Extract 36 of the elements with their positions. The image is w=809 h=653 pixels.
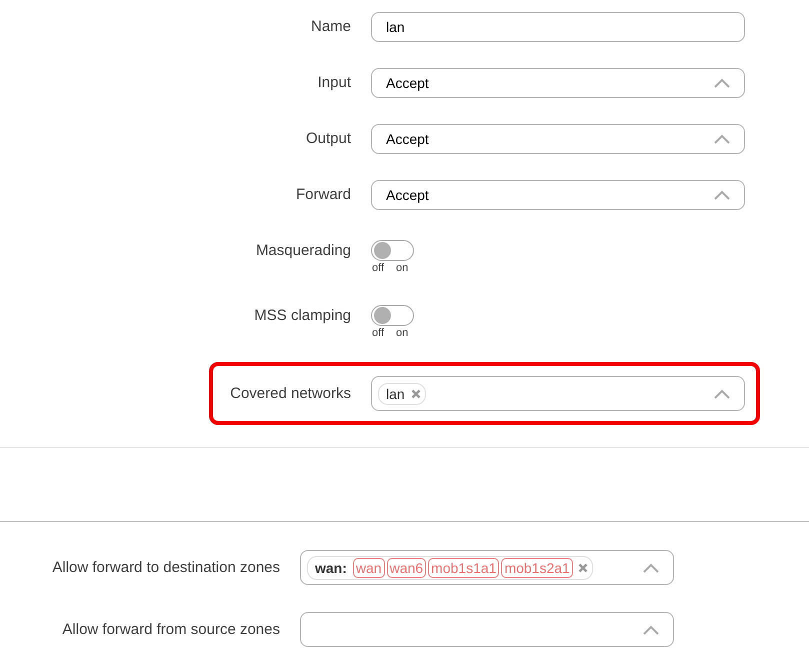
select-field[interactable]: Accept	[371, 124, 745, 154]
toggle-option-label: on	[396, 261, 408, 275]
zone-select-field[interactable]: wan: wan wan6 mob1s1a1 mob1s2a1	[300, 550, 674, 585]
network-tag: wan	[352, 558, 385, 578]
field-label: Covered networks	[229, 384, 351, 404]
network-tag: wan6	[386, 558, 426, 578]
remove-icon[interactable]	[410, 388, 421, 398]
toggle-option-label: off	[372, 261, 384, 275]
field-label: Allow forward from source zones	[61, 621, 280, 638]
toggle-switch[interactable]	[371, 240, 414, 261]
field-label: Forward	[294, 185, 351, 205]
select-field[interactable]: Accept	[371, 180, 745, 210]
field-label: Allow forward to destination zones	[51, 559, 280, 576]
field-label: Input	[316, 73, 351, 93]
text-field[interactable]: lan	[371, 12, 745, 42]
toggle-option-label: on	[396, 326, 408, 340]
field-label: Output	[304, 129, 351, 149]
toggle-switch[interactable]	[371, 305, 414, 326]
chevron-icon	[714, 78, 730, 88]
field-label: Masquerading	[254, 241, 351, 261]
remove-icon[interactable]	[578, 562, 588, 572]
chevron-icon	[643, 624, 659, 634]
field-label: MSS clamping	[253, 306, 351, 326]
toggle-option-label: off	[372, 326, 384, 340]
select-field[interactable]: Accept	[371, 68, 745, 98]
network-tag: mob1s1a1	[428, 558, 500, 578]
chevron-icon	[714, 388, 730, 398]
network-tag: lan	[378, 382, 426, 404]
multiselect-field[interactable]: lan	[371, 376, 745, 411]
network-tag: mob1s2a1	[501, 558, 573, 578]
chevron-icon	[643, 562, 659, 572]
chevron-icon	[714, 134, 730, 144]
zone-select-field[interactable]	[300, 612, 674, 647]
field-label: Name	[310, 17, 351, 37]
chevron-icon	[714, 190, 730, 200]
zone-name: wan:	[315, 560, 347, 576]
